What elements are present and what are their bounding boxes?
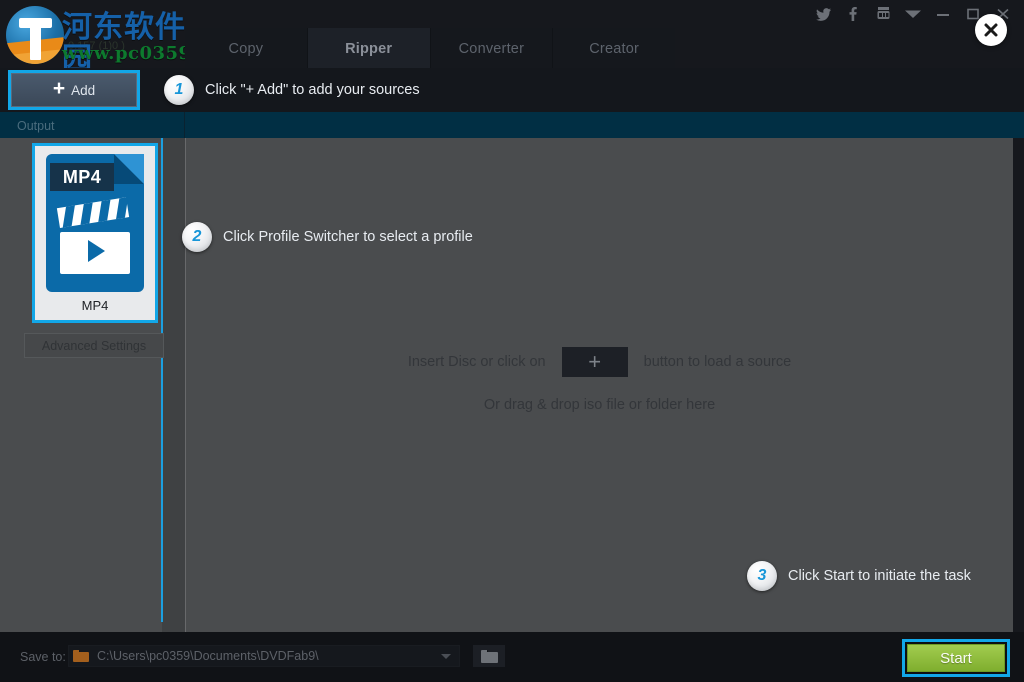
main-tabs: Copy Ripper Converter Creator	[185, 28, 675, 70]
twitter-icon[interactable]	[808, 0, 838, 28]
folder-icon	[73, 650, 89, 662]
title-bar	[0, 0, 1024, 28]
output-section-label: Output	[17, 119, 55, 133]
close-button-overlay[interactable]	[975, 14, 1007, 46]
step-1-text: Click "+ Add" to add your sources	[205, 82, 420, 98]
tab-ripper[interactable]: Ripper	[307, 28, 431, 70]
add-plus-icon: +	[52, 77, 66, 100]
advanced-settings-button[interactable]: Advanced Settings	[24, 333, 164, 358]
minimize-icon[interactable]	[928, 0, 958, 28]
browse-folder-button[interactable]	[473, 645, 505, 667]
step-2-text: Click Profile Switcher to select a profi…	[223, 229, 473, 245]
step-1-badge: 1	[164, 75, 194, 105]
close-icon	[984, 23, 998, 37]
add-button[interactable]: + Add	[11, 73, 137, 107]
add-button-highlight: + Add	[8, 70, 140, 110]
tab-creator[interactable]: Creator	[553, 28, 675, 70]
dropzone-suffix-text: button to load a source	[643, 354, 792, 370]
profile-card-mp4[interactable]: MP4 MP4	[32, 143, 158, 323]
facebook-icon[interactable]	[838, 0, 868, 28]
toolbar: + Add Task Queue	[0, 68, 1024, 174]
step-3-text: Click Start to initiate the task	[788, 568, 971, 584]
section-band-divider	[184, 112, 185, 138]
dropzone-line-2: Or drag & drop iso file or folder here	[483, 397, 716, 413]
start-button[interactable]: Start	[907, 644, 1005, 672]
tab-copy[interactable]: Copy	[185, 28, 308, 70]
source-dropzone[interactable]: Insert Disc or click on + button to load…	[186, 300, 1013, 460]
clapperboard-icon	[56, 196, 130, 274]
dropzone-add-button[interactable]: +	[561, 347, 628, 377]
start-button-highlight: Start	[902, 639, 1010, 677]
watermark-faint-text: 0.157 (1)0 )	[68, 40, 125, 52]
step-2-badge: 2	[182, 222, 212, 252]
sidebar-gutter	[162, 138, 185, 632]
mp4-format-label: MP4	[50, 163, 114, 191]
step-1: 1 Click "+ Add" to add your sources	[164, 75, 420, 105]
chevron-down-icon[interactable]	[898, 0, 928, 28]
step-2: 2 Click Profile Switcher to select a pro…	[182, 222, 473, 252]
save-path-value: C:\Users\pc0359\Documents\DVDFab9\	[97, 649, 319, 663]
sidebar-scrollbar[interactable]	[161, 138, 163, 622]
dropzone-prefix-text: Insert Disc or click on	[407, 354, 546, 370]
step-3: 3 Click Start to initiate the task	[747, 561, 971, 591]
tab-converter[interactable]: Converter	[430, 28, 554, 70]
add-button-label: Add	[71, 82, 96, 98]
folder-icon	[480, 649, 498, 663]
step-3-badge: 3	[747, 561, 777, 591]
chevron-down-icon[interactable]	[441, 653, 451, 659]
dropzone-line-1: Insert Disc or click on + button to load…	[408, 347, 791, 377]
panel-right-edge	[1013, 138, 1024, 632]
youtube-icon[interactable]	[868, 0, 898, 28]
profile-card-label: MP4	[81, 298, 109, 313]
section-band	[0, 112, 1024, 138]
save-to-label: Save to:	[20, 650, 66, 664]
mp4-file-icon: MP4	[46, 154, 144, 292]
dropzone-plus-icon: +	[588, 349, 602, 374]
save-path-combobox[interactable]: C:\Users\pc0359\Documents\DVDFab9\	[68, 645, 460, 667]
